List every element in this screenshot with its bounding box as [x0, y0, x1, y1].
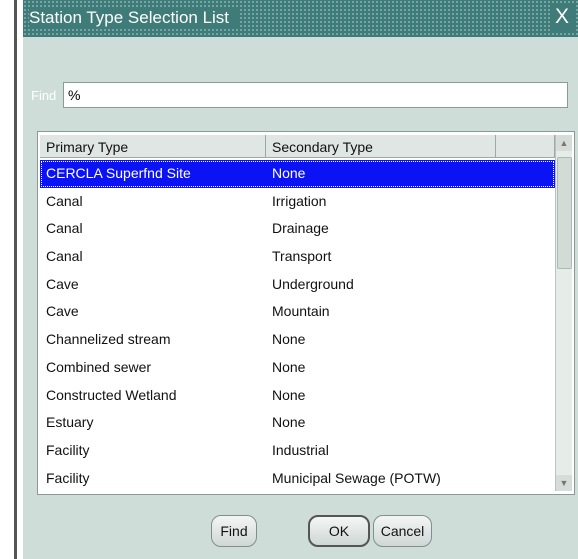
table-row[interactable]: Estuary None [40, 409, 555, 437]
secondary-type-cell: None [272, 358, 306, 375]
cancel-button-label: Cancel [380, 523, 425, 539]
results-table: Primary Type Secondary Type CERCLA Super… [37, 131, 575, 495]
scroll-down-icon[interactable]: ▼ [556, 475, 572, 491]
ok-button[interactable]: OK [308, 515, 370, 547]
primary-type-cell: Estuary [46, 414, 94, 431]
find-label: Find [31, 88, 57, 103]
scrollbar-thumb[interactable] [557, 157, 572, 269]
primary-type-cell: Cave [46, 303, 79, 320]
station-type-dialog: Station Type Selection List X Find Prima… [23, 0, 578, 559]
table-row[interactable]: CERCLA Superfnd Site None [40, 160, 555, 188]
find-input[interactable] [63, 82, 568, 108]
primary-type-cell: Canal [46, 220, 83, 237]
table-header: Primary Type Secondary Type [40, 135, 558, 158]
close-icon[interactable]: X [550, 5, 574, 31]
secondary-type-cell: Municipal Sewage (POTW) [272, 469, 441, 486]
secondary-type-cell: None [272, 386, 306, 403]
column-header-spacer [496, 135, 555, 158]
primary-type-cell: Canal [46, 248, 83, 265]
table-row[interactable]: Canal Drainage [40, 215, 555, 243]
find-button-label: Find [220, 523, 248, 539]
column-header-primary-type[interactable]: Primary Type [40, 135, 266, 158]
ok-button-label: OK [328, 523, 350, 539]
window-title: Station Type Selection List [29, 8, 240, 28]
table-row[interactable]: Facility Municipal Sewage (POTW) [40, 465, 555, 493]
table-row[interactable]: Cave Mountain [40, 298, 555, 326]
column-header-secondary-type[interactable]: Secondary Type [266, 135, 496, 158]
secondary-type-cell: Drainage [272, 220, 329, 237]
title-bar[interactable]: Station Type Selection List X [23, 0, 578, 37]
table-row[interactable]: Constructed Wetland None [40, 382, 555, 410]
find-button[interactable]: Find [211, 515, 257, 547]
table-row[interactable]: Canal Irrigation [40, 188, 555, 216]
secondary-type-cell: None [272, 331, 306, 348]
table-row[interactable]: Facility Industrial [40, 437, 555, 465]
primary-type-cell: Channelized stream [46, 331, 171, 348]
secondary-type-cell: Transport [272, 248, 332, 265]
secondary-type-cell: None [272, 414, 306, 431]
cancel-button[interactable]: Cancel [373, 515, 432, 547]
vertical-scrollbar[interactable]: ▲ ▼ [555, 135, 572, 491]
secondary-type-cell: Underground [272, 275, 354, 292]
left-border-line [14, 0, 17, 559]
secondary-type-cell: Industrial [272, 441, 329, 458]
primary-type-cell: CERCLA Superfnd Site [46, 165, 191, 181]
primary-type-cell: Combined sewer [46, 358, 152, 375]
table-row[interactable]: Cave Underground [40, 271, 555, 299]
table-row[interactable]: Channelized stream None [40, 326, 555, 354]
primary-type-cell: Constructed Wetland [46, 386, 177, 403]
secondary-type-cell: Irrigation [272, 192, 327, 209]
primary-type-cell: Facility [46, 469, 90, 486]
primary-type-cell: Cave [46, 275, 79, 292]
secondary-type-cell: Mountain [272, 303, 330, 320]
scroll-up-icon[interactable]: ▲ [556, 135, 572, 151]
secondary-type-cell: None [272, 165, 306, 181]
table-row[interactable]: Canal Transport [40, 243, 555, 271]
primary-type-cell: Canal [46, 192, 83, 209]
table-body: CERCLA Superfnd Site None Canal Irrigation C… [40, 160, 555, 492]
table-row[interactable]: Combined sewer None [40, 354, 555, 382]
primary-type-cell: Facility [46, 441, 90, 458]
